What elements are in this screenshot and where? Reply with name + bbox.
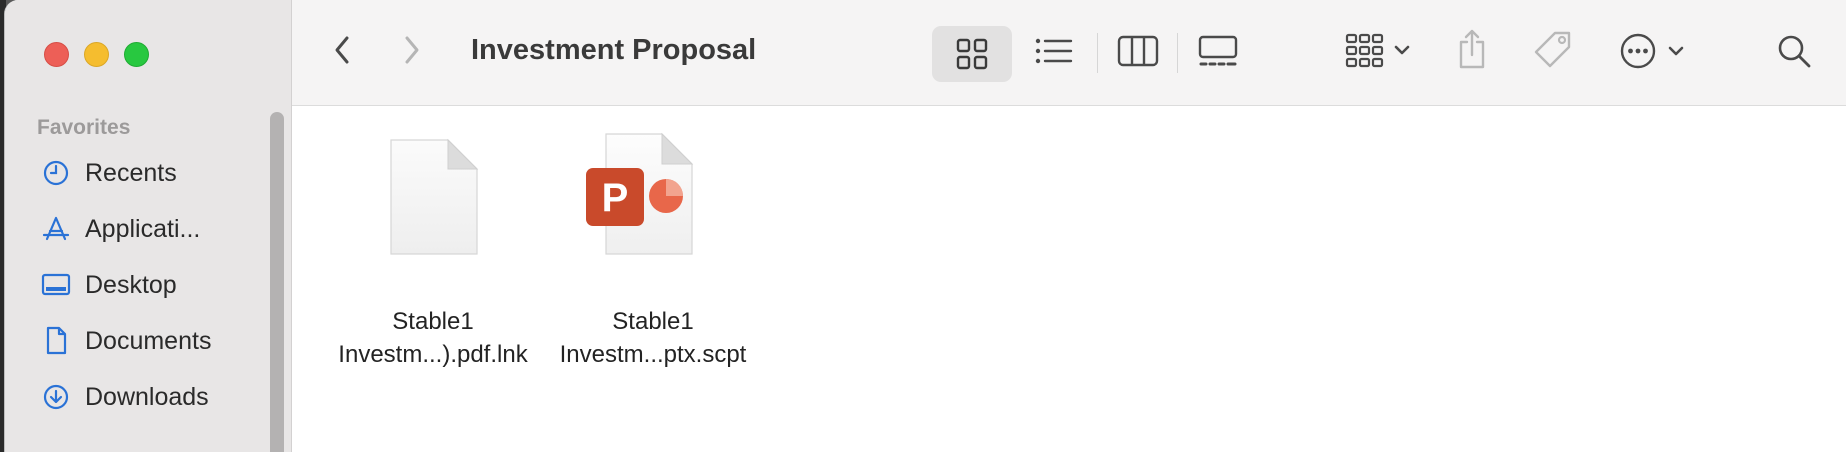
sidebar-item-label: Documents — [85, 326, 212, 355]
file-name-line: Stable1 — [612, 308, 694, 335]
file-browser-content: Stable1 Investm...).pdf.lnk P Stable1 In… — [292, 107, 1846, 452]
sidebar-item-downloads[interactable]: Downloads — [41, 377, 281, 417]
group-icon — [1345, 32, 1385, 73]
icon-view-button[interactable] — [932, 26, 1012, 82]
chevron-down-icon — [1667, 44, 1685, 62]
tag-button[interactable] — [1530, 30, 1574, 74]
generic-document-icon — [386, 137, 482, 262]
toolbar-divider — [1177, 33, 1178, 73]
search-button[interactable] — [1774, 33, 1814, 73]
sidebar-item-label: Desktop — [85, 270, 177, 299]
share-icon — [1456, 28, 1488, 75]
column-view-button[interactable] — [1116, 33, 1160, 73]
sidebar-item-documents[interactable]: Documents — [41, 321, 281, 361]
minimize-window-button[interactable] — [84, 42, 109, 67]
svg-text:P: P — [602, 176, 629, 220]
finder-window: Favorites Recents Applicati... Desktop D… — [4, 0, 1846, 452]
forward-button[interactable] — [396, 32, 428, 72]
document-icon — [41, 326, 71, 356]
list-view-icon — [1035, 37, 1073, 70]
toolbar-divider — [1097, 33, 1098, 73]
tag-icon — [1531, 29, 1573, 76]
desktop-icon — [41, 270, 71, 300]
sidebar-item-applications[interactable]: Applicati... — [41, 209, 281, 249]
close-window-button[interactable] — [44, 42, 69, 67]
forward-icon — [402, 34, 422, 71]
back-button[interactable] — [326, 32, 358, 72]
chevron-down-icon — [1393, 43, 1411, 61]
clock-icon — [41, 158, 71, 188]
window-title: Investment Proposal — [471, 34, 757, 66]
sidebar-section-favorites: Favorites — [37, 116, 131, 139]
file-name: Stable1 Investm...ptx.scpt — [548, 305, 758, 371]
group-by-button[interactable] — [1340, 32, 1416, 72]
share-button[interactable] — [1454, 28, 1490, 74]
sidebar-item-recents[interactable]: Recents — [41, 153, 281, 193]
gallery-view-icon — [1197, 35, 1239, 72]
more-actions-button[interactable] — [1614, 32, 1690, 74]
list-view-button[interactable] — [1034, 34, 1074, 72]
search-icon — [1776, 33, 1812, 74]
sidebar-item-label: Applicati... — [85, 214, 201, 243]
file-name: Stable1 Investm...).pdf.lnk — [328, 305, 538, 371]
zoom-window-button[interactable] — [124, 42, 149, 67]
download-icon — [41, 382, 71, 412]
toolbar: Investment Proposal — [292, 0, 1846, 106]
sidebar: Favorites Recents Applicati... Desktop D… — [5, 0, 292, 452]
file-name-line: Stable1 — [392, 308, 474, 335]
file-name-line: Investm...ptx.scpt — [559, 341, 747, 368]
back-icon — [332, 34, 352, 71]
sidebar-item-label: Recents — [85, 158, 177, 187]
applications-icon — [41, 214, 71, 244]
powerpoint-icon: P — [584, 131, 702, 264]
more-icon — [1619, 32, 1657, 75]
file-name-line: Investm...).pdf.lnk — [338, 341, 528, 368]
sidebar-item-desktop[interactable]: Desktop — [41, 265, 281, 305]
column-view-icon — [1117, 35, 1159, 72]
gallery-view-button[interactable] — [1196, 33, 1240, 73]
icon-view-icon — [956, 38, 988, 75]
sidebar-item-label: Downloads — [85, 382, 209, 411]
sidebar-scrollbar[interactable] — [270, 112, 284, 452]
